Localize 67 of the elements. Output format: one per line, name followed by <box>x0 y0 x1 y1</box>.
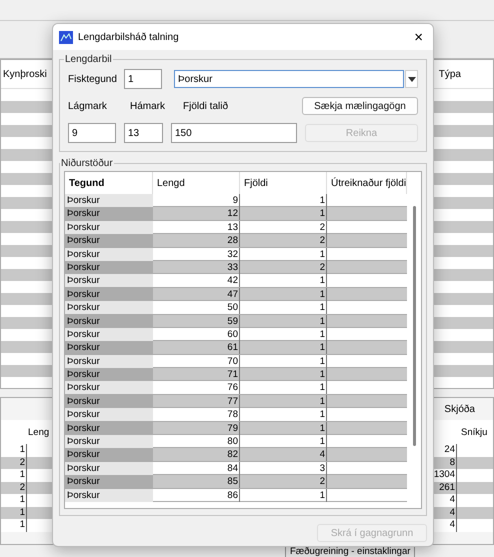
table-cell: Þorskur <box>65 301 153 314</box>
table-cell: Þorskur <box>65 354 153 368</box>
table-cell: 2 <box>240 475 327 488</box>
table-cell: Þorskur <box>65 234 153 248</box>
chart-icon <box>59 30 73 44</box>
dropdown-button[interactable] <box>405 70 418 88</box>
input-field[interactable]: 9 <box>68 123 116 143</box>
table-cell: Þorskur <box>65 475 153 488</box>
table-cell: Þorskur <box>65 328 153 341</box>
table-cell: Þorskur <box>65 207 153 220</box>
input-field[interactable]: 1 <box>124 69 162 89</box>
field-label: Hámark <box>130 100 166 112</box>
table-cell: 2 <box>240 234 327 248</box>
table-cell: Þorskur <box>65 194 153 207</box>
table-cell: 42 <box>153 274 240 288</box>
table-cell: Þorskur <box>65 248 153 261</box>
field-label: Lágmark <box>68 100 108 112</box>
table-cell: 4 <box>240 448 327 462</box>
input-field[interactable]: Þorskur <box>174 70 404 88</box>
column-header: Sníkju <box>461 426 488 438</box>
group-title: Niðurstöður <box>60 158 114 169</box>
column-header: Týpa <box>438 68 461 80</box>
table-cell: Þorskur <box>65 381 153 394</box>
input-field[interactable]: 150 <box>171 123 297 143</box>
column-header: Leng <box>28 426 50 438</box>
table-cell: 82 <box>153 448 240 462</box>
input-field[interactable]: 13 <box>124 123 163 143</box>
scrollbar-thumb[interactable] <box>412 206 416 446</box>
table-cell: Þorskur <box>65 488 153 502</box>
field-label: Fisktegund <box>68 74 118 84</box>
table-cell: 12 <box>153 207 240 220</box>
table-cell: Þorskur <box>65 260 153 274</box>
field-label: Fjöldi talið <box>183 100 230 112</box>
table-cell: 1 <box>240 274 327 288</box>
table-cell: Þorskur <box>65 274 153 288</box>
table-cell: Þorskur <box>65 341 153 354</box>
table-cell: 1 <box>240 301 327 314</box>
column-header: Kynþroski <box>3 68 47 80</box>
table-cell: 50 <box>153 301 240 314</box>
table-cell: Þorskur <box>65 394 153 408</box>
tab[interactable]: Skjóða <box>444 404 475 415</box>
table-cell: Þorskur <box>65 422 153 435</box>
table-cell: 28 <box>153 234 240 248</box>
table-cell: 86 <box>153 488 240 502</box>
window-title: Lengdarbilsháð talning <box>78 32 180 42</box>
table-cell: 1 <box>240 207 327 220</box>
table-cell: 1 <box>240 341 327 354</box>
table-cell: Þorskur <box>65 220 153 234</box>
fetch-button[interactable]: Sækja mælingagögn <box>302 97 418 115</box>
table-cell: Þorskur <box>65 448 153 462</box>
table-cell: 1 <box>240 408 327 422</box>
table-cell: 78 <box>153 408 240 422</box>
table-cell: Þorskur <box>65 314 153 328</box>
table-cell: Þorskur <box>65 462 153 475</box>
table-cell: Þorskur <box>65 368 153 382</box>
table-cell: Þorskur <box>65 288 153 301</box>
caret-icon <box>408 76 416 82</box>
table-cell: Þorskur <box>65 408 153 422</box>
table-cell: Þorskur <box>65 435 153 448</box>
table-cell: 76 <box>153 381 240 394</box>
table-cell: 1 <box>240 381 327 394</box>
table-cell: 85 <box>153 475 240 488</box>
table-cell: 1 <box>1 519 27 532</box>
table-cell: 61 <box>153 341 240 354</box>
group-title: Lengdarbil <box>64 54 113 65</box>
table-cell: 1 <box>240 488 327 502</box>
close-button[interactable]: × <box>410 30 427 44</box>
